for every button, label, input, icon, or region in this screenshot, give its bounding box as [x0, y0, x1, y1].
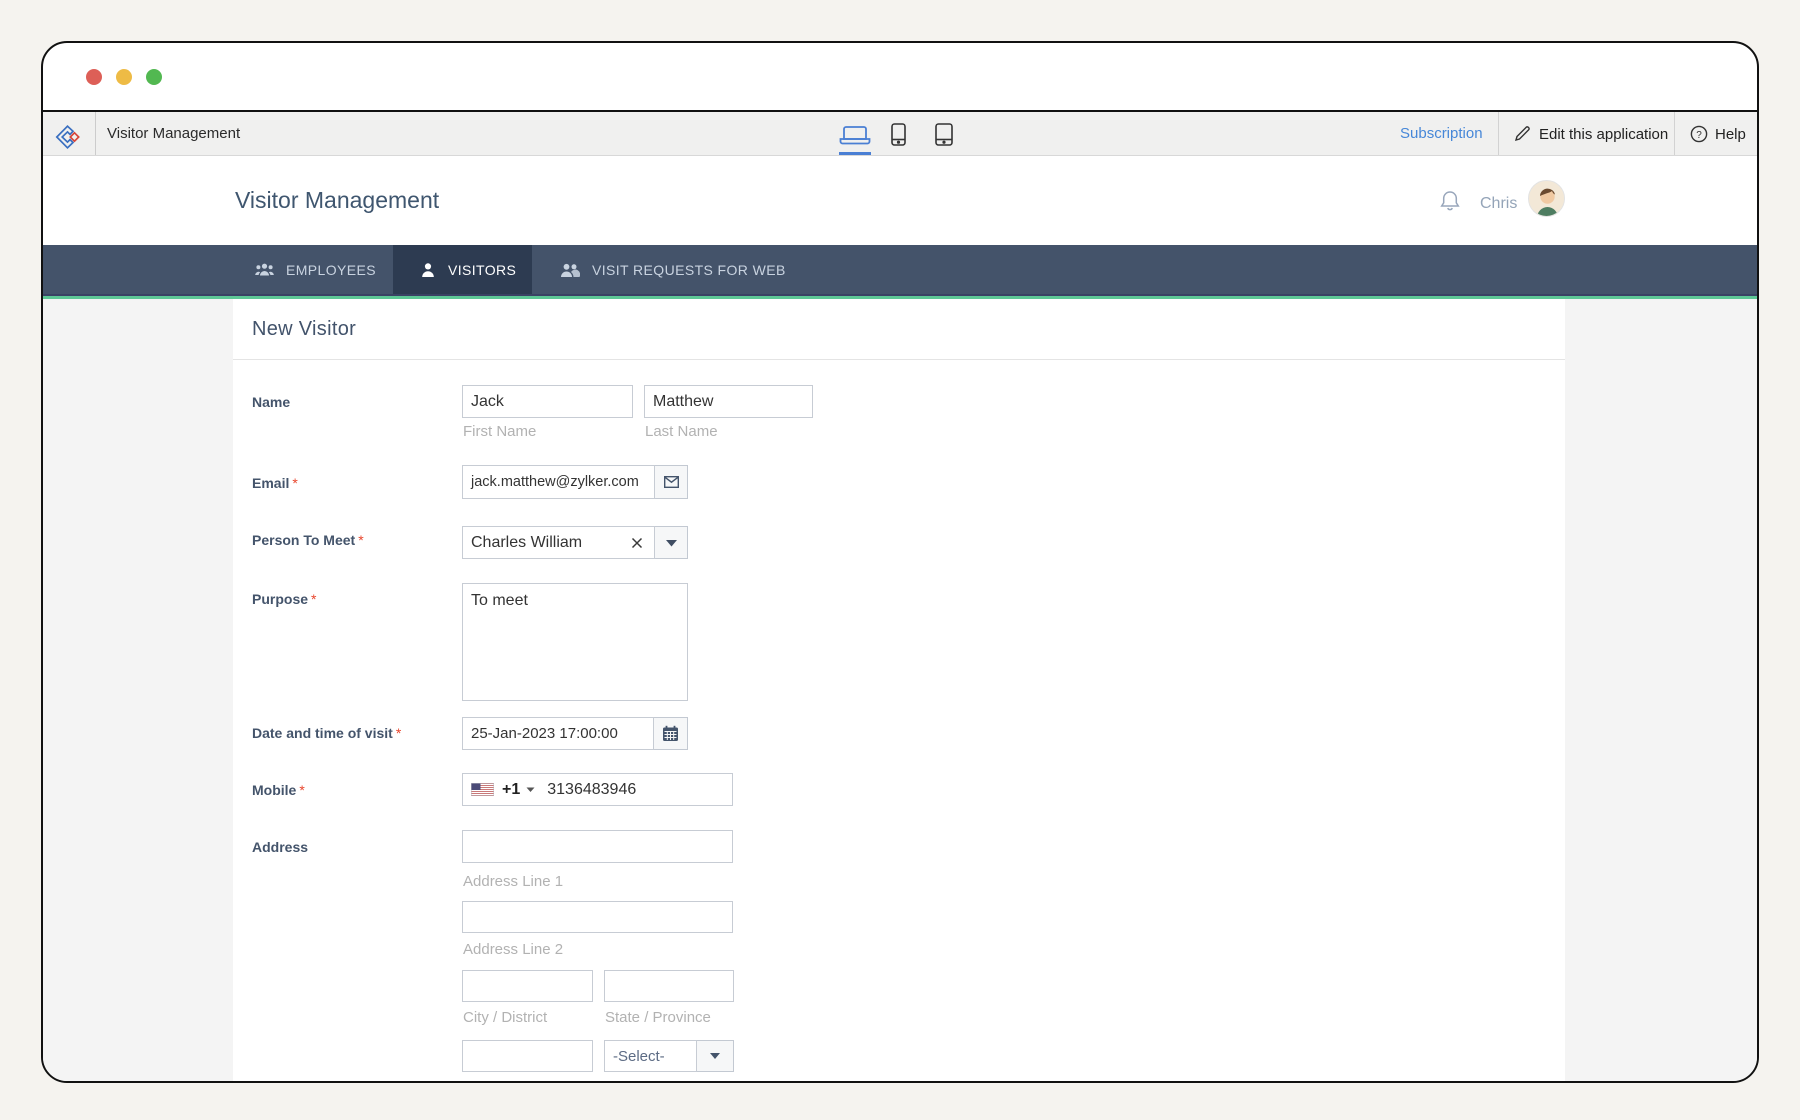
svg-text:?: ? [1696, 130, 1702, 141]
